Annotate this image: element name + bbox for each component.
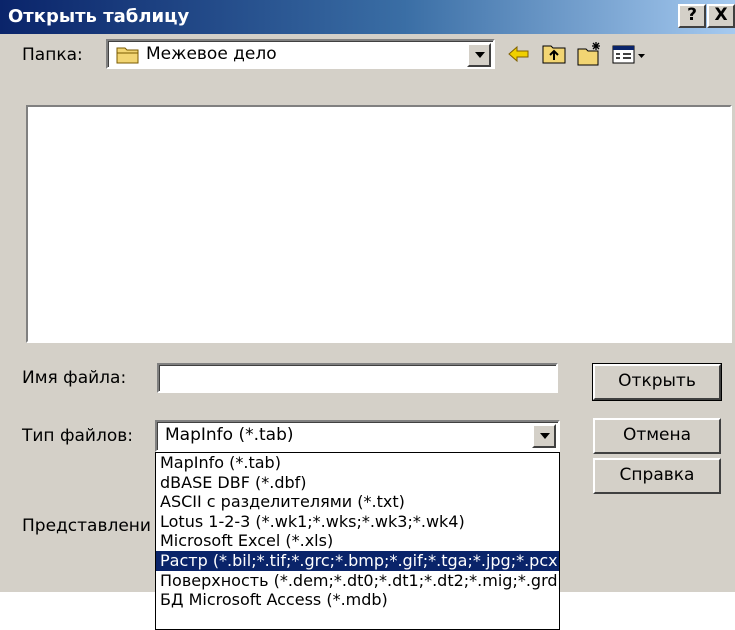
filename-label: Имя файла: [22, 368, 127, 388]
folder-value: Межевое дело [146, 44, 277, 64]
close-button[interactable]: X [707, 4, 735, 28]
filetype-option[interactable]: Поверхность (*.dem;*.dt0;*.dt1;*.dt2;*.m… [156, 571, 559, 591]
filetype-dropdown-list[interactable]: MapInfo (*.tab) dBASE DBF (*.dbf) ASCII … [155, 452, 560, 630]
view-menu-icon [612, 45, 645, 64]
chevron-down-icon [540, 433, 550, 439]
folder-up-icon [542, 45, 566, 64]
cancel-button[interactable]: Отмена [593, 418, 721, 454]
folder-dropdown-button[interactable] [467, 43, 491, 67]
filename-input[interactable] [157, 363, 558, 393]
folder-label: Папка: [22, 45, 83, 65]
filetype-option[interactable]: БД Microsoft Access (*.mdb) [156, 590, 559, 610]
file-list[interactable] [26, 105, 732, 343]
filetype-option-highlighted[interactable]: Растр (*.bil;*.tif;*.grc;*.bmp;*.gif;*.t… [156, 550, 559, 571]
help-button[interactable]: Справка [593, 458, 721, 494]
filetype-value: MapInfo (*.tab) [165, 425, 294, 445]
back-button[interactable] [505, 40, 533, 68]
new-folder-button[interactable] [575, 40, 603, 68]
up-folder-button[interactable] [540, 40, 568, 68]
filetype-option[interactable]: Microsoft Excel (*.xls) [156, 531, 559, 551]
filetype-option[interactable]: Lotus 1-2-3 (*.wk1;*.wks;*.wk3;*.wk4) [156, 512, 559, 532]
folder-combo[interactable]: Межевое дело [106, 39, 495, 69]
view-menu-button[interactable] [610, 40, 650, 68]
help-title-button[interactable]: ? [678, 4, 706, 28]
chevron-down-icon [475, 52, 485, 58]
folder-icon [116, 45, 140, 69]
open-button[interactable]: Открыть [592, 363, 722, 401]
filetype-option[interactable]: MapInfo (*.tab) [156, 453, 559, 473]
view-label: Представлени [22, 516, 151, 536]
title-bar[interactable]: Открыть таблицу ? X [0, 0, 735, 34]
filetype-dropdown-button[interactable] [532, 424, 556, 448]
filetype-label: Тип файлов: [22, 426, 133, 446]
filetype-option[interactable]: dBASE DBF (*.dbf) [156, 473, 559, 493]
arrow-left-icon [508, 45, 529, 63]
filetype-select[interactable]: MapInfo (*.tab) [155, 420, 560, 452]
new-folder-icon [577, 42, 600, 66]
window-title: Открыть таблицу [8, 6, 190, 27]
filetype-option[interactable]: ASCII с разделителями (*.txt) [156, 492, 559, 512]
